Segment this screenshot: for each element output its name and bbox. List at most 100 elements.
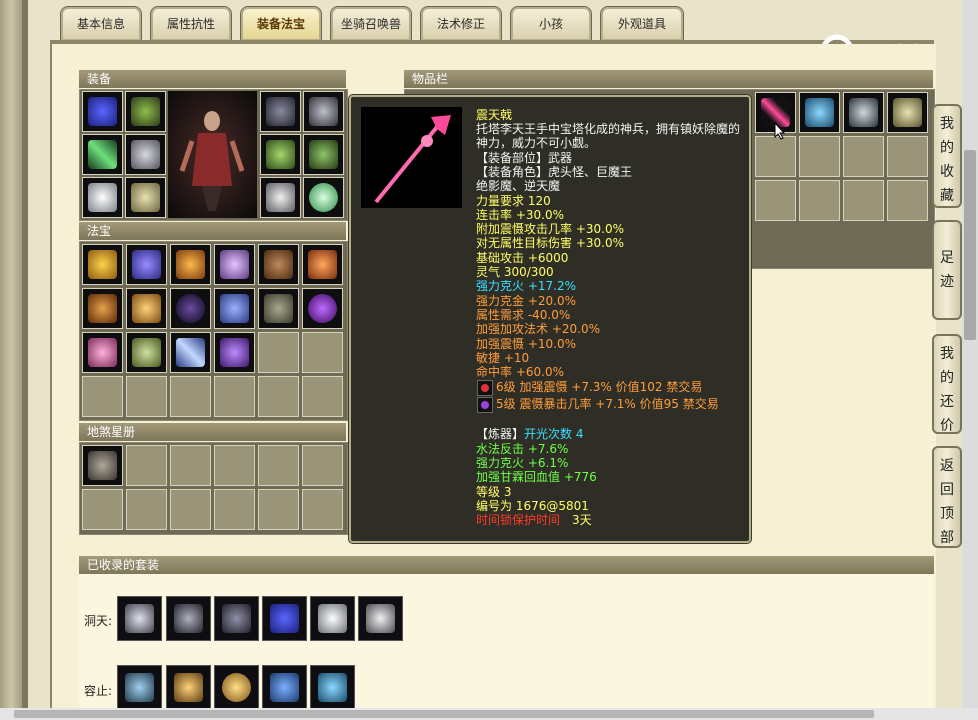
tab-spell-fix[interactable]: 法术修正	[420, 6, 502, 41]
inventory-slot-empty[interactable]	[887, 136, 928, 177]
fabao-slot[interactable]	[170, 244, 211, 285]
fabao-slot-empty[interactable]	[126, 376, 167, 417]
disha-slot-empty[interactable]	[170, 445, 211, 486]
fabao-slot[interactable]	[214, 332, 255, 373]
tab-child[interactable]: 小孩	[510, 6, 592, 41]
disha-slot[interactable]	[82, 445, 123, 486]
inventory-slot-empty[interactable]	[755, 180, 796, 221]
fabao-slot-empty[interactable]	[214, 376, 255, 417]
fabao-slot[interactable]	[126, 244, 167, 285]
inventory-slot-empty[interactable]	[843, 180, 884, 221]
fabao-slot-empty[interactable]	[258, 332, 299, 373]
tab-equipment[interactable]: 装备法宝	[240, 6, 322, 41]
suit-item[interactable]	[310, 596, 355, 641]
belt-icon	[174, 604, 203, 633]
fabao-slot[interactable]	[82, 332, 123, 373]
equip-slot-amulet[interactable]	[260, 134, 301, 175]
footprint-button[interactable]: 足迹	[932, 220, 962, 320]
disha-section-title: 地煞星册	[79, 423, 346, 441]
inventory-slot-empty[interactable]	[843, 136, 884, 177]
fabao-slot[interactable]	[170, 332, 211, 373]
equip-slot-armor[interactable]	[125, 134, 166, 175]
fabao-slot[interactable]	[214, 244, 255, 285]
equip-slot-orb[interactable]	[303, 177, 344, 218]
equip-slot-tag[interactable]	[82, 177, 123, 218]
tab-attributes[interactable]: 属性抗性	[150, 6, 232, 41]
suit-item[interactable]	[214, 665, 259, 710]
fabao-slot[interactable]	[170, 288, 211, 329]
cage-icon	[220, 338, 249, 367]
cube-icon	[132, 338, 161, 367]
disha-slot-empty[interactable]	[258, 445, 299, 486]
fabao-section-title: 法宝	[79, 222, 346, 240]
fabao-slot-empty[interactable]	[258, 376, 299, 417]
equip-slot-pendant[interactable]	[260, 177, 301, 218]
disha-slot-empty[interactable]	[82, 489, 123, 530]
equip-slot-boots[interactable]	[125, 177, 166, 218]
equip-slot-necklace[interactable]	[125, 91, 166, 132]
fabao-slot[interactable]	[302, 244, 343, 285]
fabao-slot[interactable]	[258, 244, 299, 285]
figure-icon	[125, 673, 154, 702]
suit-item[interactable]	[166, 596, 211, 641]
fabao-slot-empty[interactable]	[302, 332, 343, 373]
my-favorites-button[interactable]: 我的收藏	[932, 104, 962, 208]
disha-slot-empty[interactable]	[126, 445, 167, 486]
fabao-slot[interactable]	[82, 244, 123, 285]
sword-icon	[88, 140, 117, 169]
equip-slot-helmet[interactable]	[260, 91, 301, 132]
disha-slot-empty[interactable]	[214, 489, 255, 530]
tab-appearance[interactable]: 外观道具	[600, 6, 684, 41]
inventory-slot-empty[interactable]	[799, 136, 840, 177]
suit-item[interactable]	[117, 596, 162, 641]
vertical-scrollbar[interactable]	[962, 0, 978, 708]
pendant-icon	[366, 604, 395, 633]
suit-item[interactable]	[262, 665, 307, 710]
inventory-slot[interactable]	[843, 92, 884, 133]
fabao-slot[interactable]	[258, 288, 299, 329]
item-extra-1: 附加震慑攻击几率 +30.0%	[476, 222, 624, 236]
equip-slot-ring[interactable]	[303, 134, 344, 175]
fabao-slot[interactable]	[302, 288, 343, 329]
inventory-slot[interactable]	[799, 92, 840, 133]
suit-item[interactable]	[214, 596, 259, 641]
suit-item[interactable]	[166, 665, 211, 710]
fabao-slot[interactable]	[82, 288, 123, 329]
horizontal-scroll-thumb[interactable]	[14, 710, 874, 718]
suit-item[interactable]	[117, 665, 162, 710]
belt-icon	[309, 97, 338, 126]
suit-item[interactable]	[262, 596, 307, 641]
inventory-slot-empty[interactable]	[799, 180, 840, 221]
book-icon	[264, 294, 293, 323]
suit-item[interactable]	[358, 596, 403, 641]
disha-slot-empty[interactable]	[302, 489, 343, 530]
inventory-slot[interactable]	[887, 92, 928, 133]
inventory-slot-empty[interactable]	[755, 136, 796, 177]
fabao-slot[interactable]	[126, 332, 167, 373]
disha-slot-empty[interactable]	[170, 489, 211, 530]
fabao-slot-empty[interactable]	[170, 376, 211, 417]
boots-icon	[893, 98, 922, 127]
item-name: 震天戟	[476, 108, 513, 122]
fabao-slot-empty[interactable]	[82, 376, 123, 417]
equip-slot-weapon[interactable]	[82, 134, 123, 175]
disha-slot-empty[interactable]	[302, 445, 343, 486]
fabao-slot-empty[interactable]	[302, 376, 343, 417]
disha-slot-empty[interactable]	[214, 445, 255, 486]
equip-slot-belt[interactable]	[303, 91, 344, 132]
gourd-icon	[88, 294, 117, 323]
blade-icon	[176, 338, 205, 367]
disha-slot-empty[interactable]	[258, 489, 299, 530]
fabao-slot[interactable]	[214, 288, 255, 329]
tab-basic-info[interactable]: 基本信息	[60, 6, 142, 41]
fabao-slot[interactable]	[126, 288, 167, 329]
disha-slot-empty[interactable]	[126, 489, 167, 530]
suit-row-label: 洞天:	[84, 614, 113, 628]
suit-item[interactable]	[310, 665, 355, 710]
equip-slot-robe[interactable]	[82, 91, 123, 132]
back-to-top-button[interactable]: 返回顶部	[932, 446, 962, 548]
inventory-slot-empty[interactable]	[887, 180, 928, 221]
my-offer-button[interactable]: 我的还价	[932, 334, 962, 434]
vertical-scroll-thumb[interactable]	[964, 150, 976, 340]
tab-mounts[interactable]: 坐骑召唤兽	[330, 6, 412, 41]
